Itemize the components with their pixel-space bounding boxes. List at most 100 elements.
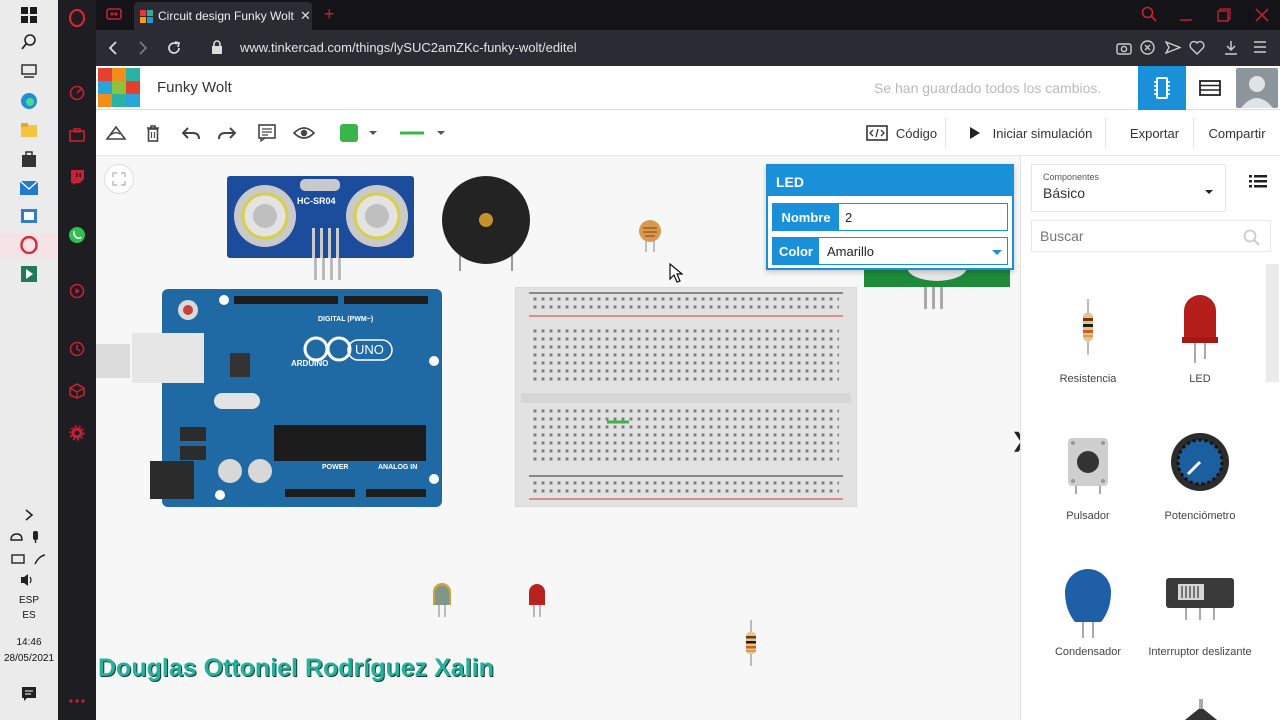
name-input[interactable]: 2 — [839, 204, 1007, 230]
component-resistor[interactable]: Resistencia — [1033, 291, 1143, 391]
list-view-icon[interactable] — [1249, 174, 1267, 193]
tinkercad-favicon-icon — [140, 9, 153, 23]
close-window-icon[interactable] — [1255, 8, 1269, 27]
rotate-icon[interactable] — [102, 118, 130, 148]
color-select[interactable]: Amarillo — [819, 238, 987, 264]
download-icon[interactable] — [1224, 40, 1238, 60]
search-field[interactable] — [1031, 220, 1271, 252]
speed-dial-icon[interactable] — [58, 82, 96, 104]
reload-icon[interactable] — [166, 40, 182, 61]
delete-icon[interactable] — [140, 118, 166, 148]
library-select[interactable]: Componentes Básico — [1031, 164, 1226, 212]
redo-icon[interactable] — [214, 118, 240, 148]
scrollbar[interactable] — [1266, 264, 1279, 382]
notes-icon[interactable] — [254, 118, 280, 148]
tab-overview-icon[interactable] — [106, 7, 122, 26]
component-label: Pulsador — [1066, 510, 1110, 522]
chevron-down-icon — [992, 250, 1002, 255]
edge-icon[interactable] — [0, 89, 58, 113]
opera-icon[interactable] — [0, 233, 58, 257]
wire-style-picker[interactable] — [398, 118, 454, 148]
potentiometer-icon — [1171, 433, 1229, 491]
browser-tab[interactable]: Circuit design Funky Wolt | ✕ — [134, 2, 312, 30]
piezo-buzzer[interactable] — [442, 176, 530, 272]
file-explorer-icon[interactable] — [0, 118, 58, 142]
share-button[interactable]: Compartir — [1198, 118, 1276, 148]
new-tab-icon[interactable]: + — [324, 4, 335, 25]
clock-time[interactable]: 14:46 — [0, 637, 58, 648]
app-icon[interactable] — [0, 204, 58, 228]
minimize-icon[interactable] — [1179, 8, 1193, 27]
extensions-icon[interactable] — [58, 380, 96, 402]
arduino-uno-board[interactable]: DIGITAL (PWM~) ARDUINO UNO POWER ANALOG … — [96, 289, 446, 509]
pir-sensor[interactable] — [864, 253, 1010, 311]
avatar[interactable] — [1236, 68, 1278, 108]
task-view-icon[interactable] — [0, 58, 58, 82]
tinkercad-logo[interactable] — [98, 68, 140, 108]
maximize-icon[interactable] — [1217, 8, 1231, 27]
camera-icon[interactable] — [1116, 40, 1132, 60]
arduino-brand-label: ARDUINO — [291, 359, 329, 368]
search-icon[interactable] — [0, 30, 58, 54]
twitch-icon[interactable] — [58, 166, 96, 188]
component-slide-switch[interactable]: Interruptor deslizante — [1145, 564, 1255, 674]
circuit-view-button[interactable] — [1138, 66, 1186, 110]
store-icon[interactable] — [0, 147, 58, 171]
history-icon[interactable] — [58, 338, 96, 360]
forward-icon[interactable] — [138, 40, 148, 61]
mouse-cursor-icon — [669, 262, 684, 288]
search-icon — [1243, 229, 1260, 246]
red-led[interactable] — [527, 583, 547, 622]
play-icon — [969, 127, 980, 139]
ultrasonic-sensor[interactable]: HC-SR04 — [227, 176, 414, 280]
component-pushbutton[interactable]: Pulsador — [1033, 428, 1143, 528]
yellow-led[interactable] — [431, 583, 453, 622]
menu-icon[interactable] — [1253, 39, 1267, 60]
adblock-icon[interactable] — [1140, 40, 1155, 60]
search-input[interactable] — [1032, 221, 1232, 251]
whatsapp-icon[interactable] — [58, 224, 96, 246]
start-simulation-button[interactable]: Iniciar simulación — [956, 118, 1106, 148]
tab-close-icon[interactable]: ✕ — [300, 8, 311, 24]
volume-icon[interactable] — [0, 568, 58, 592]
color-picker[interactable] — [334, 118, 386, 148]
more-icon[interactable] — [58, 690, 96, 712]
project-name[interactable]: Funky Wolt — [157, 79, 232, 96]
component-potentiometer[interactable]: Potenciómetro — [1145, 428, 1255, 528]
breadboard[interactable] — [514, 286, 858, 508]
tray-icons[interactable] — [0, 525, 58, 549]
circuit-canvas[interactable]: HC-SR04 DIGITAL (PWM~) ARDUINO UNO POWER… — [96, 156, 1020, 720]
code-button[interactable]: Código — [858, 118, 946, 148]
share-label: Compartir — [1208, 125, 1266, 141]
resistor[interactable] — [744, 620, 758, 671]
app-icon[interactable] — [0, 262, 58, 286]
visibility-eye-icon[interactable] — [290, 118, 318, 148]
heart-icon[interactable] — [1189, 40, 1205, 60]
library-value: Básico — [1043, 185, 1086, 201]
photoresistor[interactable] — [637, 219, 663, 253]
notifications-icon[interactable] — [0, 682, 58, 706]
player-icon[interactable] — [58, 280, 96, 302]
component-list-button[interactable] — [1186, 66, 1234, 110]
component-led[interactable]: LED — [1145, 291, 1255, 391]
settings-gear-icon[interactable] — [58, 422, 96, 444]
send-icon[interactable] — [1164, 40, 1182, 60]
component-capacitor[interactable]: Condensador — [1033, 564, 1143, 664]
back-icon[interactable] — [108, 40, 118, 61]
windows-start-icon[interactable] — [0, 3, 58, 27]
chevron-right-icon[interactable] — [0, 503, 58, 527]
opera-menu-icon[interactable] — [58, 7, 96, 29]
chevron-down-icon — [437, 131, 445, 135]
workspace-icon[interactable] — [58, 124, 96, 146]
color-field[interactable]: Color Amarillo — [772, 237, 1008, 265]
export-button[interactable]: Exportar — [1116, 118, 1194, 148]
name-field[interactable]: Nombre 2 — [772, 203, 1008, 231]
search-tabs-icon[interactable] — [1141, 6, 1157, 27]
mail-icon[interactable] — [0, 176, 58, 200]
lock-icon[interactable] — [211, 40, 223, 60]
url-field[interactable]: www.tinkercad.com/things/lySUC2amZKc-fun… — [240, 40, 577, 55]
undo-icon[interactable] — [178, 118, 204, 148]
collapse-panel-icon[interactable]: ❯ — [1011, 428, 1020, 453]
language-indicator[interactable]: ESP — [0, 595, 58, 606]
fit-view-icon[interactable] — [104, 164, 134, 194]
